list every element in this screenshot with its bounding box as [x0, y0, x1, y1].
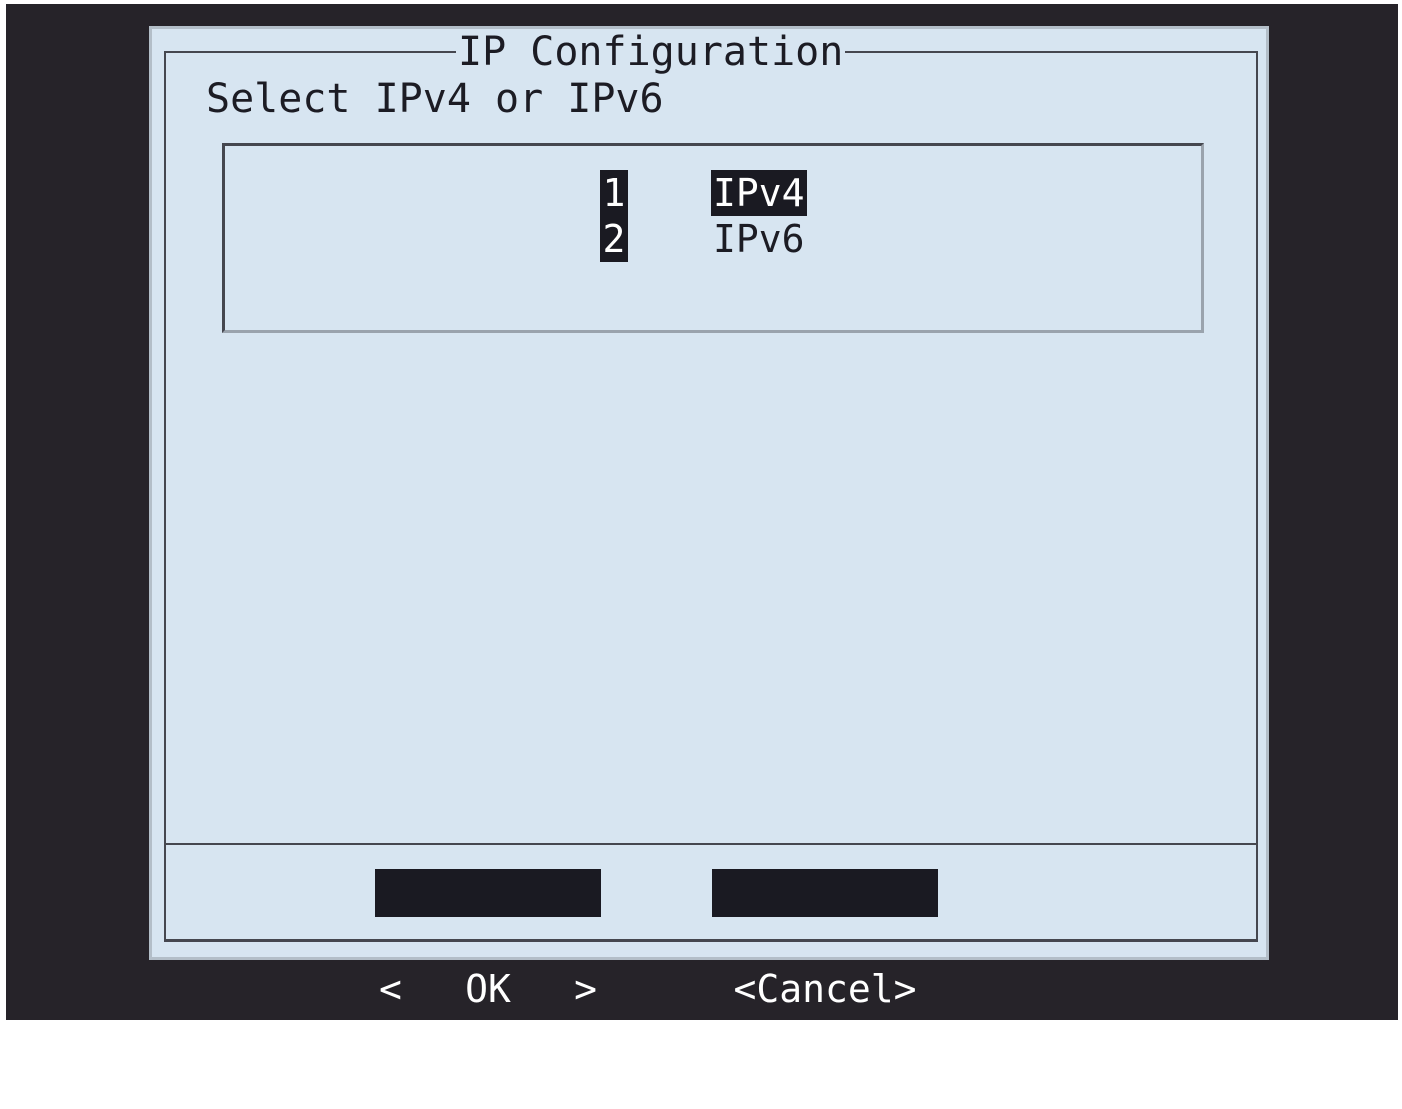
ok-left-bracket: < — [379, 967, 402, 1011]
dialog-title: IP Configuration — [456, 29, 846, 77]
button-area-divider — [164, 843, 1258, 845]
ip-configuration-dialog: IP Configuration Select IPv4 or IPv6 1 I… — [149, 26, 1269, 1011]
dialog-frame-left — [164, 51, 166, 941]
dialog-frame-bottom — [164, 939, 1258, 942]
ok-button-label: OK — [465, 967, 511, 1011]
cancel-button[interactable]: <Cancel> — [712, 869, 938, 1011]
terminal-screen: IP Configuration Select IPv4 or IPv6 1 I… — [6, 4, 1398, 1020]
dialog-prompt: Select IPv4 or IPv6 — [206, 76, 664, 122]
list-item-tag: 2 — [600, 216, 628, 262]
ip-version-list[interactable]: 1 IPv4 2 IPv6 — [222, 143, 1204, 333]
cancel-button-label: <Cancel> — [733, 967, 917, 1011]
dialog-frame-right — [1256, 51, 1258, 941]
ok-button[interactable]: < OK > — [375, 869, 601, 1011]
list-item-tag: 1 — [600, 170, 628, 216]
list-item-label: IPv6 — [713, 217, 805, 261]
list-item-ipv4[interactable]: 1 IPv4 — [225, 170, 1201, 216]
list-item-label: IPv4 — [711, 170, 807, 216]
ok-right-bracket: > — [574, 967, 597, 1011]
list-item-ipv6[interactable]: 2 IPv6 — [225, 216, 1201, 262]
